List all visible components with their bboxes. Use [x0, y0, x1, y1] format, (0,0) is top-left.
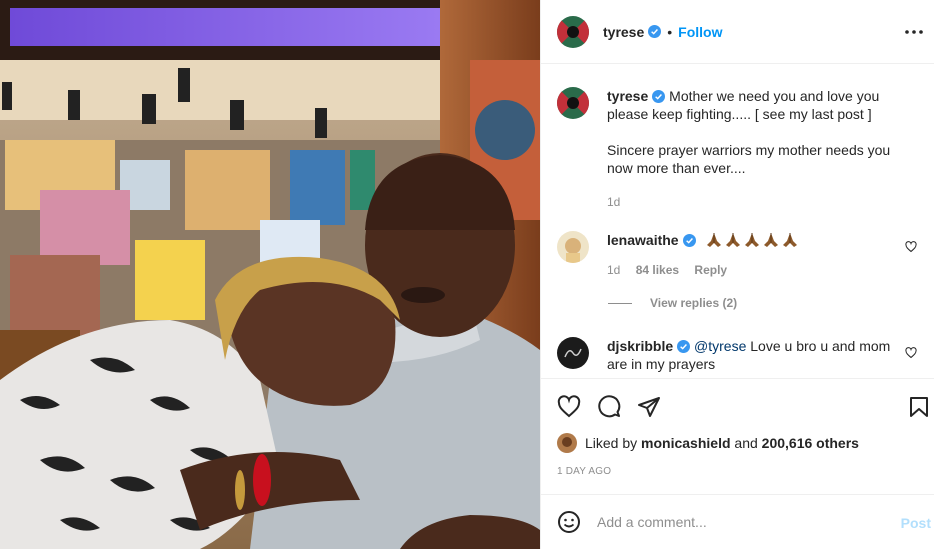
author-username[interactable]: tyrese — [603, 24, 644, 40]
caption-line2: Sincere prayer warriors my mother needs … — [607, 142, 891, 176]
caption-time: 1d — [607, 195, 919, 209]
comment-likes[interactable]: 84 likes — [636, 263, 679, 277]
post-date[interactable]: 1 DAY AGO — [557, 466, 611, 477]
replies-line — [608, 302, 632, 304]
verified-badge-icon — [677, 340, 691, 353]
post-side-panel: tyrese • Follow tyrese Mother we need yo… — [540, 0, 934, 549]
verified-badge-icon — [682, 234, 696, 247]
more-options-icon[interactable] — [903, 22, 925, 42]
verified-badge-icon — [648, 25, 662, 38]
emoji-icon[interactable] — [557, 510, 581, 534]
liked-by-user[interactable]: monicashield — [641, 435, 730, 451]
caption-text: tyrese Mother we need you and love you p… — [607, 87, 919, 123]
folded-hands-icon — [764, 233, 779, 247]
follow-button[interactable]: Follow — [678, 24, 722, 40]
view-replies-button[interactable]: View replies (2) — [608, 296, 737, 310]
verified-badge-icon — [652, 90, 666, 103]
post-photo[interactable] — [0, 0, 540, 549]
liked-by-middle: and — [730, 435, 762, 451]
photo-illustration — [0, 0, 540, 549]
caption-timestamp: 1d — [607, 195, 621, 209]
author-avatar[interactable] — [557, 15, 589, 48]
comment-icon[interactable] — [597, 395, 621, 419]
comment-username[interactable]: lenawaithe — [607, 232, 679, 248]
comment-time: 1d — [607, 263, 621, 277]
folded-hands-icon — [726, 233, 741, 247]
add-comment-bar: Post — [541, 494, 934, 549]
bookmark-icon[interactable] — [907, 395, 931, 419]
caption-username[interactable]: tyrese — [607, 88, 648, 104]
comment-avatar[interactable] — [557, 231, 589, 263]
post-comment-button[interactable]: Post — [901, 515, 931, 531]
caption-avatar[interactable] — [557, 87, 589, 119]
folded-hands-icon — [707, 233, 722, 247]
comment-like-icon[interactable] — [905, 347, 917, 359]
likes-count[interactable]: 200,616 others — [762, 435, 859, 451]
instagram-post: tyrese • Follow tyrese Mother we need yo… — [0, 0, 934, 549]
comments-section[interactable]: tyrese Mother we need you and love you p… — [541, 65, 934, 377]
comment-item: lenawaithe 1d 84 likes Reply — [557, 231, 919, 277]
view-replies-label: View replies (2) — [650, 296, 738, 310]
post-header: tyrese • Follow — [541, 0, 934, 64]
liked-by: Liked by monicashield and 200,616 others — [557, 433, 859, 453]
folded-hands-emojis — [705, 232, 799, 248]
folded-hands-icon — [783, 233, 798, 247]
reply-button[interactable]: Reply — [694, 263, 727, 277]
liked-by-avatar[interactable] — [557, 433, 577, 453]
header-separator: • — [667, 23, 673, 40]
comment-avatar[interactable] — [557, 337, 589, 369]
comment-meta: 1d 84 likes Reply — [607, 263, 907, 277]
comment-item: djskribble @tyrese Love u bro u and mom … — [557, 337, 919, 373]
heart-icon[interactable] — [557, 395, 581, 419]
liked-by-prefix: Liked by — [585, 435, 642, 451]
folded-hands-icon — [745, 233, 760, 247]
share-icon[interactable] — [637, 395, 661, 419]
comment-text: lenawaithe — [607, 231, 907, 249]
caption: tyrese Mother we need you and love you p… — [557, 87, 919, 209]
comment-mention[interactable]: @tyrese — [694, 338, 746, 354]
comment-username[interactable]: djskribble — [607, 338, 673, 354]
comment-like-icon[interactable] — [905, 241, 917, 253]
comment-text: djskribble @tyrese Love u bro u and mom … — [607, 337, 907, 373]
action-bar — [541, 378, 934, 434]
comment-input[interactable] — [597, 514, 887, 530]
